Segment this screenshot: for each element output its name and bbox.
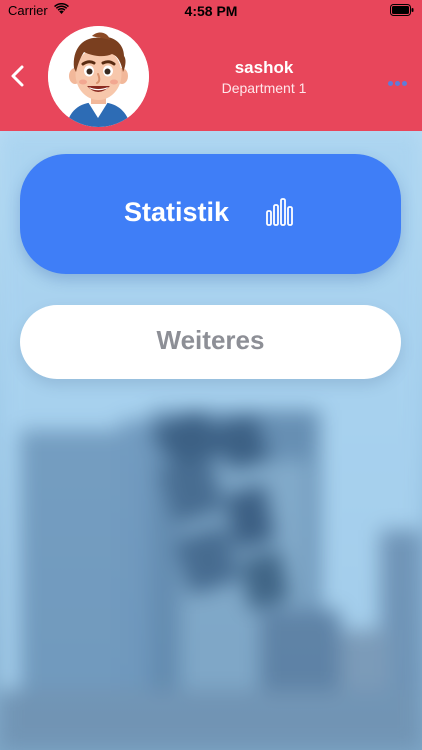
weiteres-label: Weiteres [156, 325, 265, 355]
profile-header: Carrier 4:58 PM sashok Department 1 [0, 0, 422, 131]
bar-chart-icon [266, 198, 293, 226]
weiteres-button[interactable]: Weiteres [20, 305, 401, 379]
user-department: Department 1 [221, 80, 307, 96]
screen: Carrier 4:58 PM sashok Department 1 Stat… [0, 0, 422, 750]
back-button[interactable] [8, 64, 28, 88]
statistik-label: Statistik [124, 197, 230, 227]
ellipsis-dot-icon [402, 81, 407, 86]
cartoon-avatar-icon [48, 26, 149, 127]
battery-icon [390, 4, 414, 16]
more-options-button[interactable] [388, 73, 410, 86]
status-time: 4:58 PM [184, 3, 238, 19]
status-bar: Carrier 4:58 PM [0, 0, 422, 22]
ellipsis-dot-icon [395, 81, 400, 86]
statistik-button[interactable]: Statistik [20, 154, 401, 274]
ellipsis-dot-icon [388, 81, 393, 86]
avatar[interactable] [48, 26, 149, 127]
user-name: sashok [234, 58, 294, 77]
